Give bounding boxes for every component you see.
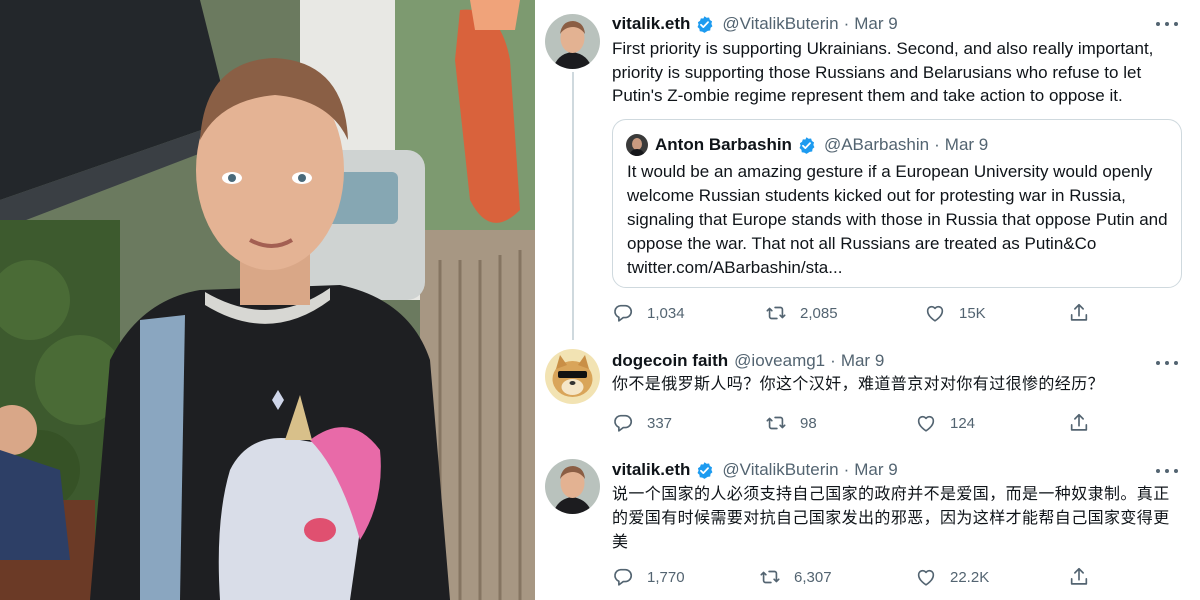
verified-badge-icon [695, 461, 714, 480]
vitalik-avatar-image [545, 459, 600, 514]
more-icon[interactable] [1156, 20, 1178, 28]
photo-illustration [0, 0, 535, 600]
quoted-author-handle: @ABarbashin [823, 135, 930, 154]
retweet-icon [766, 416, 786, 430]
author-handle[interactable]: @VitalikButerin [722, 460, 838, 480]
author-name[interactable]: vitalik.eth [612, 14, 690, 34]
share-button[interactable] [1068, 566, 1090, 588]
tweet-actions: 1,770 6,307 22.2K [612, 566, 1132, 590]
share-icon [1070, 413, 1088, 431]
doge-avatar-image [545, 349, 600, 404]
like-button[interactable]: 124 [915, 412, 975, 434]
quoted-tweet[interactable]: Anton Barbashin @ABarbashin · Mar 9 It w… [612, 119, 1182, 288]
avatar[interactable] [545, 349, 600, 404]
thread-connector-line [572, 72, 574, 340]
heart-icon [917, 415, 935, 432]
like-button[interactable]: 22.2K [915, 566, 989, 588]
share-icon [1070, 303, 1088, 321]
author-name[interactable]: dogecoin faith [612, 351, 728, 371]
retweet-count: 98 [800, 414, 817, 432]
like-count: 15K [959, 304, 986, 322]
tweet-date[interactable]: Mar 9 [854, 460, 897, 480]
retweet-count: 2,085 [800, 304, 838, 322]
heart-icon [917, 569, 935, 586]
share-button[interactable] [1068, 412, 1090, 434]
tweet-header: vitalik.eth @VitalikButerin · Mar 9 [612, 460, 898, 480]
like-count: 124 [950, 414, 976, 432]
reply-button[interactable]: 337 [612, 412, 672, 434]
retweet-button[interactable]: 98 [765, 412, 817, 434]
reply-count: 1,770 [647, 568, 685, 586]
quoted-author-name: Anton Barbashin [655, 135, 792, 154]
quoted-tweet-date: Mar 9 [944, 135, 989, 154]
separator-dot: · [830, 351, 836, 370]
more-icon[interactable] [1156, 359, 1178, 367]
tweet-text: First priority is supporting Ukrainians.… [612, 39, 1154, 105]
reply-button[interactable]: 1,034 [612, 302, 685, 324]
tweet-header: dogecoin faith @ioveamg1 · Mar 9 [612, 351, 884, 371]
quoted-tweet-header: Anton Barbashin @ABarbashin · Mar 9 [626, 134, 988, 156]
tweet-date[interactable]: Mar 9 [854, 14, 897, 34]
more-icon[interactable] [1156, 467, 1178, 475]
share-icon [1070, 567, 1088, 585]
quoted-tweet-text: It would be an amazing gesture if a Euro… [627, 162, 1168, 277]
author-handle[interactable]: @ioveamg1 [734, 351, 825, 371]
reply-button[interactable]: 1,770 [612, 566, 685, 588]
tweet-date[interactable]: Mar 9 [841, 351, 884, 371]
tweet-actions: 1,034 2,085 15K [612, 302, 1132, 326]
heart-icon [926, 305, 944, 322]
like-count: 22.2K [950, 568, 990, 586]
tweet-text: 说一个国家的人必须支持自己国家的政府并不是爱国，而是一种奴隶制。真正的爱国有时候… [612, 484, 1170, 551]
avatar [626, 134, 648, 156]
tweet-text: 你不是俄罗斯人吗？你这个汉奸，难道普京对对你有过很惨的经历？ [612, 374, 1105, 393]
verified-badge-icon [797, 136, 816, 155]
author-name[interactable]: vitalik.eth [612, 460, 690, 480]
reply-icon [614, 414, 633, 432]
retweet-icon [760, 570, 780, 584]
profile-photo [0, 0, 535, 600]
tweet-header: vitalik.eth @VitalikButerin · Mar 9 [612, 14, 898, 34]
reply-icon [614, 568, 633, 586]
verified-badge-icon [695, 15, 714, 34]
separator-dot: · [843, 14, 850, 33]
reply-icon [614, 304, 633, 322]
reply-count: 1,034 [647, 304, 685, 322]
retweet-count: 6,307 [794, 568, 832, 586]
tweet-thread: vitalik.eth @VitalikButerin · Mar 9 Firs… [535, 0, 1200, 600]
author-handle[interactable]: @VitalikButerin [722, 14, 838, 34]
separator-dot: · [843, 460, 850, 479]
avatar[interactable] [545, 14, 600, 69]
retweet-button[interactable]: 6,307 [759, 566, 832, 588]
avatar[interactable] [545, 459, 600, 514]
retweet-icon [766, 306, 786, 320]
separator-dot: · [934, 135, 940, 154]
share-button[interactable] [1068, 302, 1090, 324]
like-button[interactable]: 15K [924, 302, 986, 324]
reply-count: 337 [647, 414, 673, 432]
retweet-button[interactable]: 2,085 [765, 302, 838, 324]
vitalik-avatar-image [545, 14, 600, 69]
tweet-actions: 337 98 124 [612, 412, 1132, 436]
